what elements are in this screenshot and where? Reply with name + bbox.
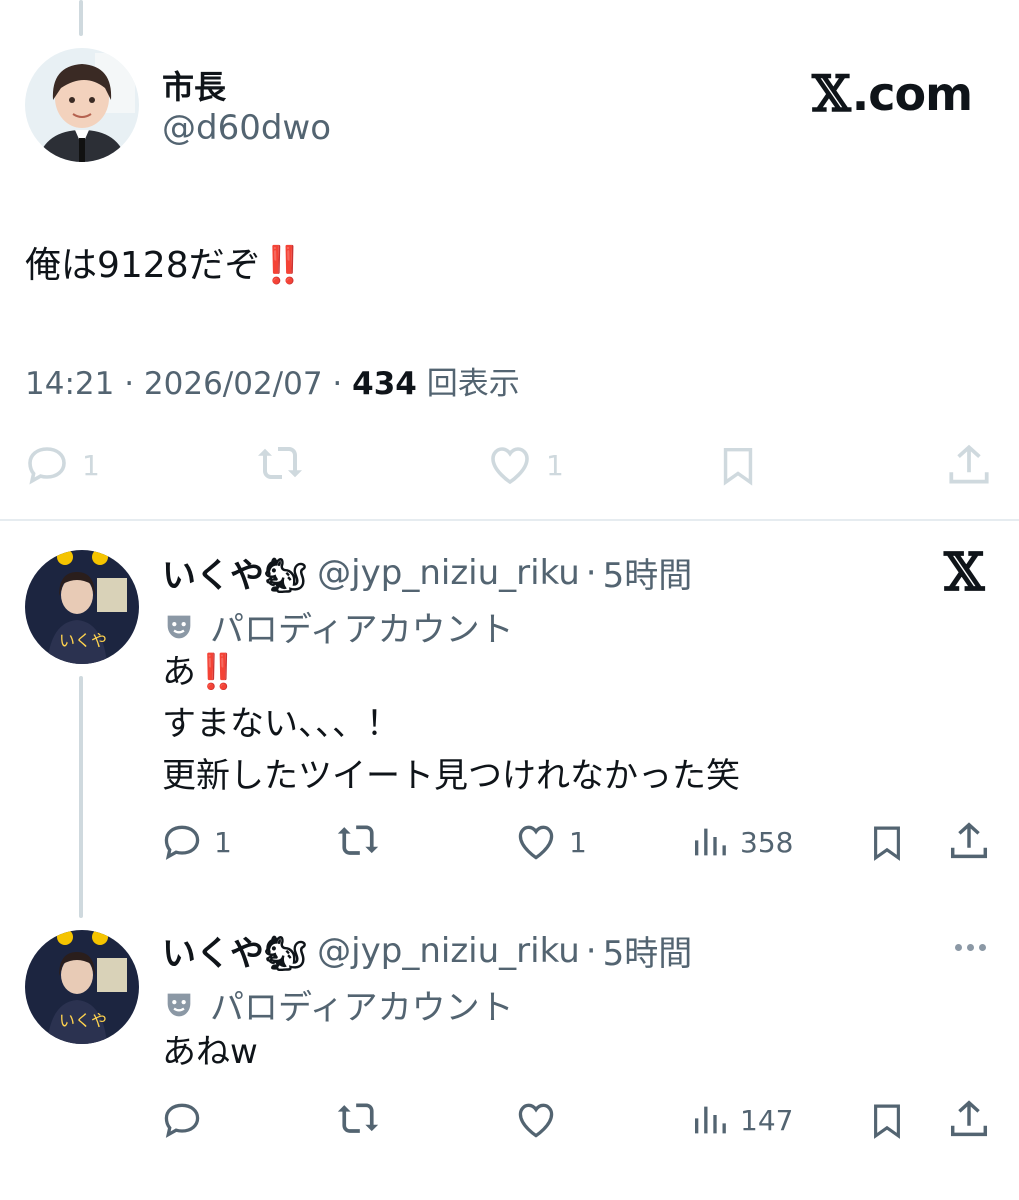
views-icon <box>695 828 726 856</box>
thread-line-replies <box>79 676 83 918</box>
main-share-action[interactable] <box>944 441 994 491</box>
reply-2-retweet-action[interactable] <box>334 1098 382 1142</box>
reply-avatar[interactable]: いくや <box>25 550 139 664</box>
reply-icon <box>28 447 66 485</box>
x-logo-icon: 𝕏 <box>812 64 851 123</box>
main-like-count: 1 <box>546 448 564 482</box>
reply-separator: · <box>585 930 597 971</box>
main-handle[interactable]: @d60dwo <box>162 108 331 148</box>
reply-1-like-count: 1 <box>569 825 587 859</box>
double-exclamation-emoji: ‼️ <box>260 245 306 286</box>
reply-header: いくや🐿 @jyp_niziu_riku · 5時間 <box>162 548 692 597</box>
reply-2-views-count: 147 <box>740 1103 794 1137</box>
reply-text: あねw <box>162 1026 258 1078</box>
reply-line-1-text: あ <box>162 652 196 692</box>
more-icon[interactable] <box>955 944 986 951</box>
views-icon <box>695 1106 726 1134</box>
reply-icon <box>164 825 200 860</box>
reply-1-share-action[interactable] <box>946 818 992 866</box>
brand-suffix: .com <box>851 66 973 121</box>
reply-icon <box>164 1103 200 1138</box>
like-icon <box>491 447 529 485</box>
svg-text:いくや: いくや <box>59 1011 107 1030</box>
parody-text: パロディアカウント <box>210 988 514 1028</box>
reply-display-name[interactable]: いくや🐿 <box>162 926 307 975</box>
retweet-icon <box>258 447 302 479</box>
reply-time[interactable]: 5時間 <box>603 926 693 975</box>
parody-label: パロディアカウント <box>162 980 514 1029</box>
reply-handle[interactable]: @jyp_niziu_riku <box>317 931 580 971</box>
reply-2-reply-action[interactable] <box>160 1098 204 1142</box>
more-dot <box>979 944 986 951</box>
retweet-icon <box>337 1103 379 1133</box>
views-label: 回表示 <box>426 366 520 402</box>
thread-line-top <box>79 0 83 36</box>
x-com-brand: 𝕏 .com <box>812 64 973 123</box>
avatar-image <box>25 48 139 162</box>
bookmark-icon <box>874 826 900 861</box>
reply-1-reply-action[interactable]: 1 <box>160 820 232 864</box>
reply-1-like-action[interactable]: 1 <box>513 820 587 864</box>
like-icon <box>518 1103 554 1138</box>
x-logo-icon: 𝕏 <box>944 542 985 603</box>
section-divider <box>0 519 1019 521</box>
main-retweet-action[interactable] <box>252 441 308 489</box>
parody-label: パロディアカウント <box>162 602 514 651</box>
main-reply-action[interactable]: 1 <box>22 441 100 489</box>
parody-mask-icon <box>167 615 191 638</box>
share-icon <box>949 444 989 484</box>
bookmark-icon <box>723 447 753 486</box>
reply-line-1: あ‼️ <box>162 646 740 698</box>
more-dot <box>967 944 974 951</box>
reply-text: あ‼️ すまない、、、！ 更新したツイート見つけれなかった笑 <box>162 646 740 802</box>
reply-1-bookmark-action[interactable] <box>866 820 908 866</box>
more-dot <box>955 944 962 951</box>
svg-text:いくや: いくや <box>59 631 107 650</box>
like-icon <box>518 825 554 860</box>
main-display-name[interactable]: 市長 <box>162 62 226 108</box>
main-reply-count: 1 <box>82 448 100 482</box>
views-count: 434 <box>352 366 417 402</box>
main-tweet-text: 俺は9128だぞ‼️ <box>25 236 306 288</box>
bookmark-icon <box>874 1104 900 1139</box>
avatar-image: いくや <box>25 550 139 664</box>
reply-2-views-action[interactable]: 147 <box>690 1098 793 1142</box>
reply-1-views-action[interactable]: 358 <box>690 820 793 864</box>
reply-handle[interactable]: @jyp_niziu_riku <box>317 553 580 593</box>
main-avatar[interactable] <box>25 48 139 162</box>
double-exclamation-emoji: ‼️ <box>196 652 238 692</box>
reply-avatar[interactable]: いくや <box>25 930 139 1044</box>
timestamp[interactable]: 14:21 · 2026/02/07 · <box>25 366 352 402</box>
reply-1-views-count: 358 <box>740 825 794 859</box>
reply-display-name[interactable]: いくや🐿 <box>162 548 307 597</box>
reply-1-reply-count: 1 <box>214 825 232 859</box>
reply-line-1: あねw <box>162 1032 258 1072</box>
share-icon <box>950 822 988 859</box>
reply-1-retweet-action[interactable] <box>334 820 382 864</box>
reply-2-bookmark-action[interactable] <box>866 1098 908 1144</box>
reply-2-share-action[interactable] <box>946 1096 992 1144</box>
main-tweet-body: 俺は9128だぞ <box>25 245 261 286</box>
reply-2-like-action[interactable] <box>513 1098 559 1142</box>
main-tweet-meta: 14:21 · 2026/02/07 · 434 回表示 <box>25 358 520 403</box>
reply-line-2: すまない、、、！ <box>162 704 400 744</box>
parody-mask-icon <box>167 993 191 1016</box>
avatar-image: いくや <box>25 930 139 1044</box>
reply-time[interactable]: 5時間 <box>603 548 693 597</box>
retweet-icon <box>337 825 379 855</box>
share-icon <box>950 1100 988 1137</box>
parody-text: パロディアカウント <box>210 610 514 650</box>
reply-separator: · <box>585 552 597 593</box>
reply-header: いくや🐿 @jyp_niziu_riku · 5時間 <box>162 926 692 975</box>
main-like-action[interactable]: 1 <box>484 441 564 489</box>
main-bookmark-action[interactable] <box>715 441 761 491</box>
reply-line-3: 更新したツイート見つけれなかった笑 <box>162 756 740 796</box>
